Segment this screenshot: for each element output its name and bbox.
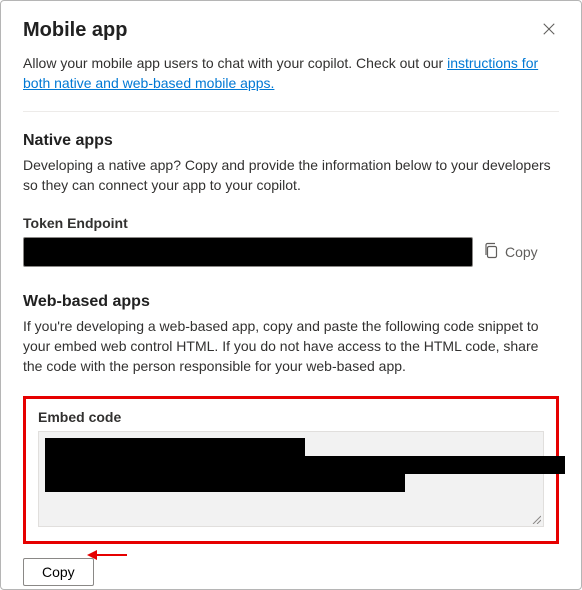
native-apps-title: Native apps bbox=[23, 132, 559, 150]
dialog-header: Mobile app bbox=[23, 19, 559, 42]
web-apps-title: Web-based apps bbox=[23, 293, 559, 311]
token-row: Copy bbox=[23, 237, 559, 267]
mobile-app-dialog: Mobile app Allow your mobile app users t… bbox=[0, 0, 582, 590]
native-apps-desc: Developing a native app? Copy and provid… bbox=[23, 156, 559, 195]
copy-icon bbox=[483, 242, 499, 263]
section-divider bbox=[23, 111, 559, 112]
copy-button[interactable]: Copy bbox=[23, 558, 94, 586]
embed-wrapper bbox=[38, 431, 544, 527]
intro-prefix: Allow your mobile app users to chat with… bbox=[23, 55, 447, 71]
redaction-block bbox=[45, 438, 305, 456]
embed-callout: Embed code bbox=[23, 396, 559, 544]
close-icon[interactable] bbox=[539, 19, 559, 39]
redaction-block bbox=[45, 474, 405, 492]
token-endpoint-label: Token Endpoint bbox=[23, 215, 559, 231]
arrow-annotation-icon bbox=[87, 548, 127, 565]
token-copy-link[interactable]: Copy bbox=[483, 242, 538, 263]
redaction-block bbox=[45, 456, 565, 474]
intro-text: Allow your mobile app users to chat with… bbox=[23, 54, 559, 93]
embed-code-label: Embed code bbox=[38, 409, 544, 425]
web-apps-desc: If you're developing a web-based app, co… bbox=[23, 317, 559, 376]
token-copy-label: Copy bbox=[505, 244, 538, 260]
token-endpoint-input[interactable] bbox=[23, 237, 473, 267]
dialog-title: Mobile app bbox=[23, 19, 127, 42]
